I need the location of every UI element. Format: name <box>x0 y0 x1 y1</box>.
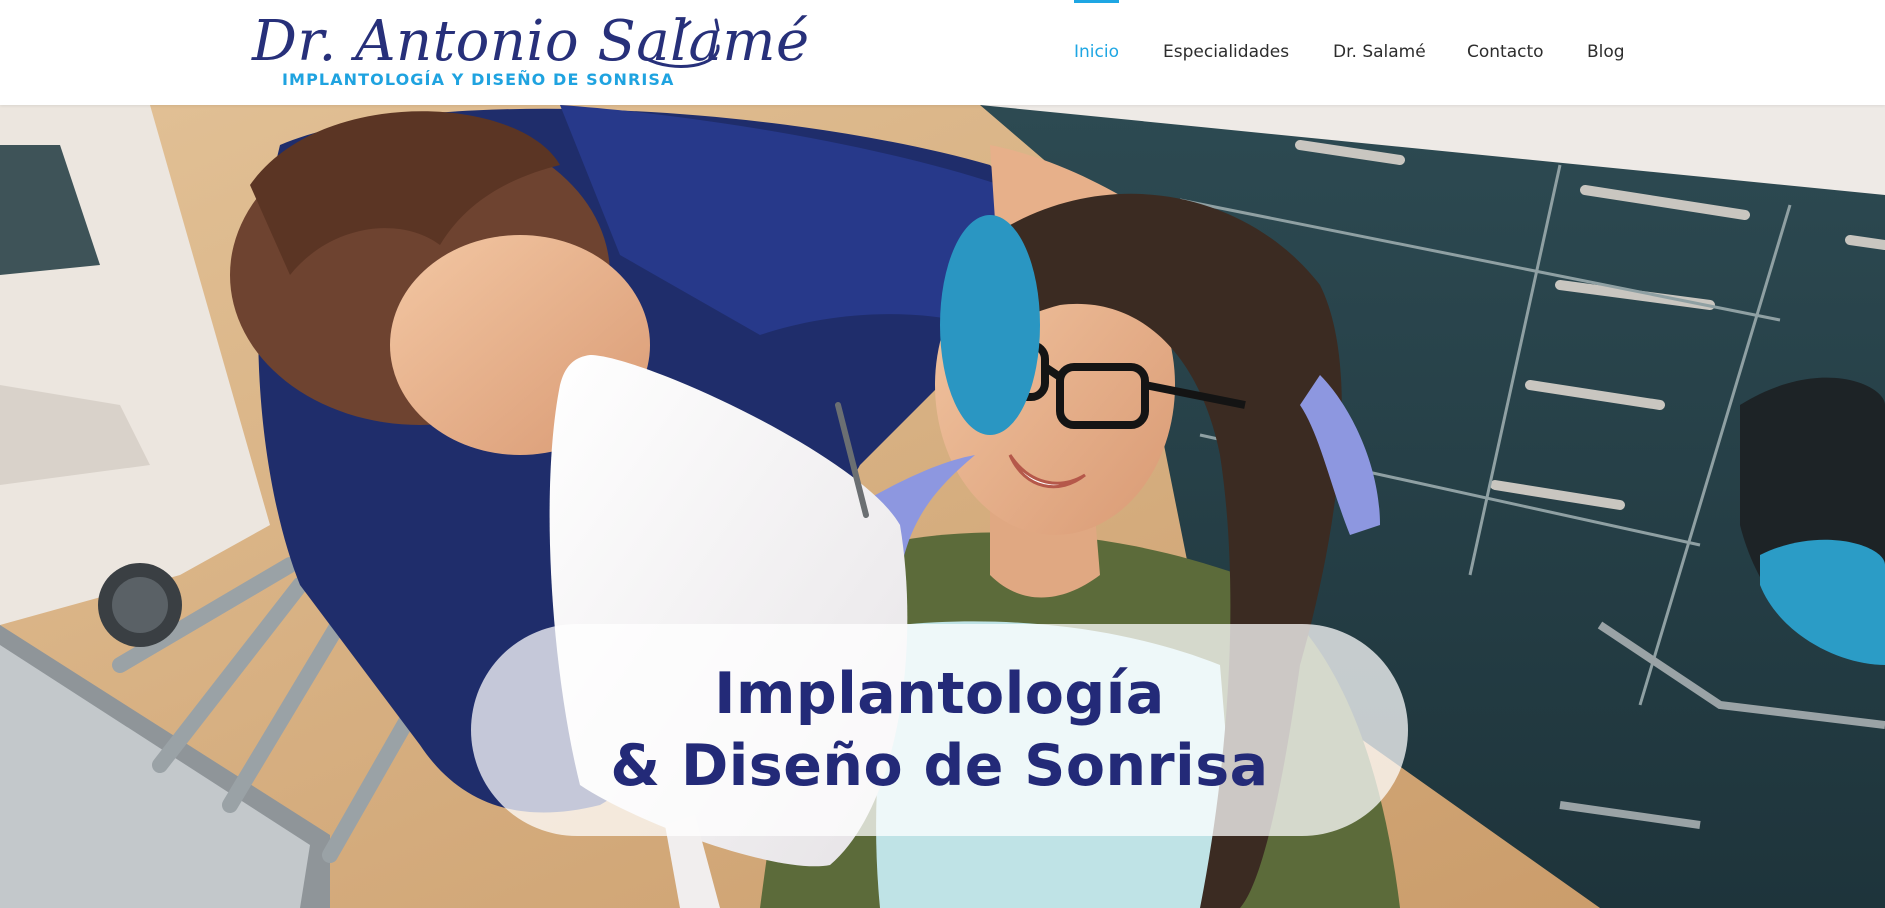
site-logo[interactable]: Dr. Antonio Salamé IMPLANTOLOGÍA Y DISEÑ… <box>250 8 809 96</box>
nav-item-label: Blog <box>1587 42 1625 62</box>
hero-caption: Implantología & Diseño de Sonrisa <box>471 624 1408 836</box>
hero-section: Implantología & Diseño de Sonrisa <box>0 105 1885 908</box>
site-header: Dr. Antonio Salamé IMPLANTOLOGÍA Y DISEÑ… <box>0 0 1885 105</box>
logo-tagline: IMPLANTOLOGÍA Y DISEÑO DE SONRISA <box>282 70 675 89</box>
nav-item-label: Especialidades <box>1163 42 1290 62</box>
nav-item-dr-salame[interactable]: Dr. Salamé <box>1333 0 1426 105</box>
nav-item-contacto[interactable]: Contacto <box>1467 0 1544 105</box>
nav-item-label: Inicio <box>1074 42 1119 62</box>
active-nav-indicator <box>1074 0 1119 3</box>
hero-title-line-2: & Diseño de Sonrisa <box>610 733 1269 799</box>
nav-item-inicio[interactable]: Inicio <box>1074 0 1119 105</box>
logo-name: Dr. Antonio Salamé <box>252 9 810 74</box>
nav-item-label: Dr. Salamé <box>1333 42 1426 62</box>
hero-title-line-1: Implantología <box>714 661 1165 727</box>
nav-item-especialidades[interactable]: Especialidades <box>1163 0 1289 105</box>
nav-item-label: Contacto <box>1467 42 1544 62</box>
nav-item-blog[interactable]: Blog <box>1587 0 1625 105</box>
